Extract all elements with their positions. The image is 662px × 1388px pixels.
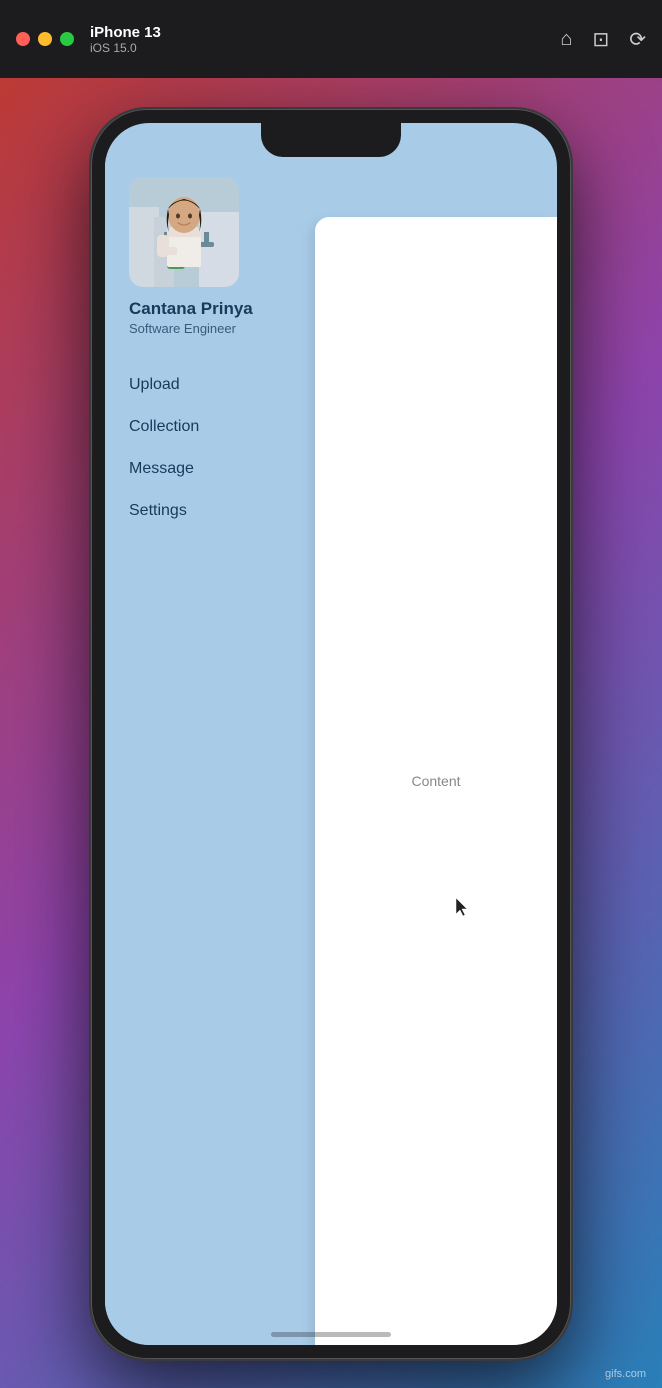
avatar	[129, 177, 239, 287]
nav-item-collection[interactable]: Collection	[129, 418, 291, 436]
phone-screen: Cantana Prinya Software Engineer Upload …	[105, 123, 557, 1345]
watermark: gifs.com	[605, 1368, 646, 1380]
home-indicator	[271, 1332, 391, 1337]
profile-section: Cantana Prinya Software Engineer	[129, 177, 291, 336]
mac-titlebar: iPhone 13 iOS 15.0 ⌂ ⊡ ⟳	[0, 0, 662, 78]
rotate-icon[interactable]: ⟳	[629, 27, 646, 52]
minimize-button[interactable]	[38, 32, 52, 46]
content-area: Content	[315, 217, 557, 1345]
sidebar: Cantana Prinya Software Engineer Upload …	[105, 157, 315, 1345]
cursor-icon	[456, 898, 470, 916]
nav-item-settings[interactable]: Settings	[129, 502, 291, 520]
ios-version: iOS 15.0	[90, 41, 161, 55]
nav-item-upload[interactable]: Upload	[129, 376, 291, 394]
nav-menu: Upload Collection Message Settings	[129, 376, 291, 520]
phone-frame: Cantana Prinya Software Engineer Upload …	[91, 109, 571, 1359]
content-label: Content	[411, 773, 460, 789]
traffic-lights	[16, 32, 74, 46]
screenshot-icon[interactable]: ⊡	[592, 27, 609, 52]
user-title: Software Engineer	[129, 321, 291, 336]
titlebar-icons: ⌂ ⊡ ⟳	[560, 27, 646, 52]
phone-wrapper: Cantana Prinya Software Engineer Upload …	[91, 109, 571, 1359]
maximize-button[interactable]	[60, 32, 74, 46]
device-name: iPhone 13	[90, 24, 161, 41]
sidebar-layout: Cantana Prinya Software Engineer Upload …	[105, 157, 557, 1345]
notch	[261, 123, 401, 157]
titlebar-info: iPhone 13 iOS 15.0	[90, 24, 161, 55]
screen-content: Cantana Prinya Software Engineer Upload …	[105, 157, 557, 1345]
close-button[interactable]	[16, 32, 30, 46]
user-name: Cantana Prinya	[129, 299, 291, 319]
nav-item-message[interactable]: Message	[129, 460, 291, 478]
home-icon[interactable]: ⌂	[560, 28, 572, 51]
